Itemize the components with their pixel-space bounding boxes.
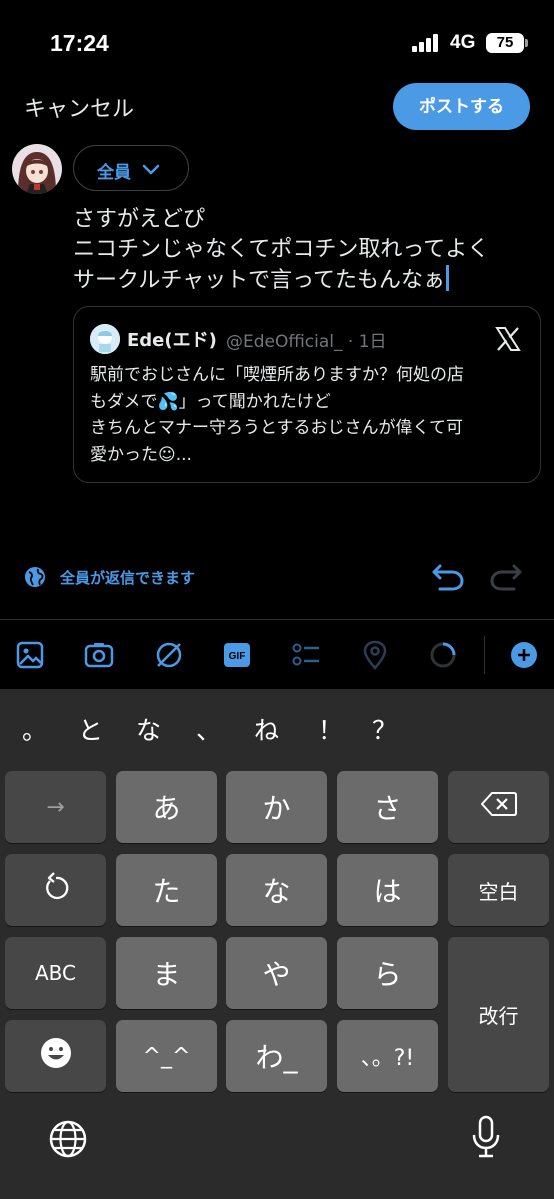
- tweet-line: ニコチンじゃなくてポコチン取れってよく: [73, 237, 490, 262]
- key-ha[interactable]: は: [337, 854, 438, 926]
- quoted-line: もダメで💦」って聞かれたけど: [90, 391, 331, 412]
- key-ya[interactable]: や: [226, 937, 327, 1009]
- candidate-item[interactable]: な: [136, 711, 161, 747]
- tweet-line: さすがえどぴ: [73, 207, 206, 232]
- location-icon[interactable]: [360, 640, 390, 670]
- candidate-item[interactable]: ！: [318, 711, 343, 747]
- key-ra[interactable]: ら: [337, 937, 438, 1009]
- compose-toolbar: GIF: [0, 619, 554, 689]
- toolbar-divider: [484, 636, 485, 674]
- battery-icon: 75: [486, 33, 528, 53]
- undo-key[interactable]: [5, 854, 106, 926]
- cancel-button[interactable]: キャンセル: [24, 91, 134, 123]
- tweet-line: サークルチャットで言ってたもんなぁ: [73, 268, 446, 293]
- key-punctuation[interactable]: 、。?!: [337, 1020, 438, 1092]
- avatar[interactable]: [12, 144, 62, 194]
- candidate-item[interactable]: 。: [22, 711, 47, 747]
- key-na[interactable]: な: [226, 854, 327, 926]
- key-ka[interactable]: か: [226, 771, 327, 843]
- tweet-text-input[interactable]: さすがえどぴ ニコチンじゃなくてポコチン取れってよく サークルチャットで言ってた…: [73, 205, 489, 296]
- quoted-avatar: [90, 324, 120, 354]
- quoted-handle-time: @EdeOfficial_ · 1日: [226, 332, 387, 352]
- delete-key[interactable]: [448, 771, 549, 843]
- image-icon[interactable]: [15, 640, 45, 670]
- quoted-line: 駅前でおじさんに「喫煙所ありますか？何処の店: [90, 365, 464, 385]
- keyboard: 。 と な 、 ね ！ ？ → あ か さ た な は 空白 ABC ま や ら…: [0, 689, 554, 1199]
- arrow-key[interactable]: →: [5, 771, 106, 843]
- no-sign-icon[interactable]: [154, 640, 184, 670]
- gif-label: GIF: [229, 651, 246, 662]
- space-key[interactable]: 空白: [448, 854, 549, 926]
- microphone-icon[interactable]: [470, 1115, 502, 1163]
- key-ma[interactable]: ま: [116, 937, 217, 1009]
- quoted-line: きちんとマナー守ろうとするおじさんが偉くて可: [90, 418, 463, 438]
- add-icon[interactable]: [509, 640, 539, 670]
- key-sa[interactable]: さ: [337, 771, 438, 843]
- network-type: 4G: [450, 32, 476, 53]
- quoted-author-name: Ede(エド): [127, 330, 217, 351]
- key-wa[interactable]: わ_: [226, 1020, 327, 1092]
- signal-icon: [412, 34, 442, 52]
- key-kaomoji[interactable]: ^_^: [116, 1020, 217, 1092]
- emoji-icon: [39, 1036, 73, 1076]
- key-a[interactable]: あ: [116, 771, 217, 843]
- gif-icon[interactable]: GIF: [222, 640, 252, 670]
- post-button[interactable]: ポストする: [393, 83, 530, 130]
- audience-selector[interactable]: 全員: [73, 145, 189, 191]
- quoted-text: 駅前でおじさんに「喫煙所ありますか？何処の店 もダメで💦」って聞かれたけど きち…: [90, 362, 530, 468]
- reply-setting-button[interactable]: 全員が返信できます: [60, 567, 195, 588]
- poll-icon[interactable]: [291, 640, 321, 670]
- candidate-item[interactable]: ね: [254, 711, 279, 747]
- emoji-key[interactable]: [5, 1020, 106, 1092]
- globe-icon[interactable]: [48, 1119, 88, 1163]
- backspace-icon: [480, 791, 517, 823]
- candidate-bar: 。 と な 、 ね ！ ？: [0, 689, 554, 771]
- undo-icon[interactable]: [430, 560, 466, 592]
- progress-ring-icon: [428, 640, 458, 670]
- status-time: 17:24: [50, 30, 109, 56]
- quoted-line: 愛かった☺...: [90, 444, 192, 465]
- key-ta[interactable]: た: [116, 854, 217, 926]
- globe-icon[interactable]: [24, 566, 46, 588]
- return-key[interactable]: 改行: [448, 937, 549, 1092]
- candidate-item[interactable]: 、: [196, 711, 221, 747]
- text-caret: [446, 265, 450, 291]
- camera-icon[interactable]: [84, 640, 114, 670]
- candidate-item[interactable]: と: [78, 711, 103, 747]
- status-bar: 17:24 4G 75: [0, 0, 554, 88]
- undo-arrow-icon: [42, 872, 70, 908]
- x-logo-icon: [494, 325, 522, 353]
- abc-key[interactable]: ABC: [5, 937, 106, 1009]
- candidate-item[interactable]: ？: [372, 711, 397, 747]
- audience-label: 全員: [97, 163, 131, 183]
- quoted-post[interactable]: Ede(エド) @EdeOfficial_ · 1日 駅前でおじさんに「喫煙所あ…: [73, 306, 541, 483]
- chevron-down-icon: [140, 159, 162, 179]
- redo-icon[interactable]: [488, 560, 524, 592]
